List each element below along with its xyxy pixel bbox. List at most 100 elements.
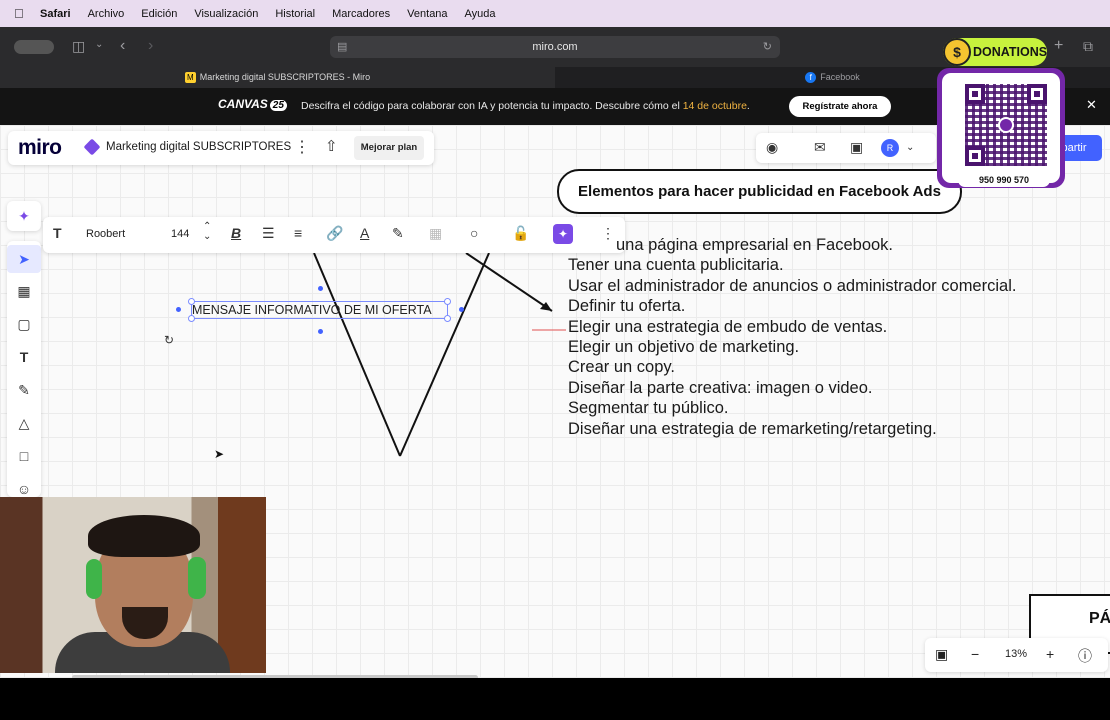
- miro-logo[interactable]: miro: [18, 136, 62, 160]
- resize-handle[interactable]: [188, 315, 195, 322]
- board-name[interactable]: Marketing digital SUBSCRIPTORES: [106, 141, 291, 153]
- avatar[interactable]: R: [881, 139, 899, 157]
- new-tab-icon[interactable]: +: [1054, 37, 1063, 55]
- menu-safari[interactable]: Safari: [40, 8, 71, 20]
- font-family-select[interactable]: Roobert: [86, 228, 125, 240]
- canvas-logo-badge: 25: [269, 100, 287, 111]
- menu-ventana[interactable]: Ventana: [407, 8, 447, 20]
- text-tool-icon[interactable]: T: [7, 343, 41, 371]
- steps-list[interactable]: una página empresarial en Facebook. Tene…: [568, 235, 1016, 439]
- list-icon[interactable]: ≡: [294, 225, 302, 241]
- connector-handle[interactable]: [318, 286, 323, 291]
- headset-icon: [86, 559, 102, 599]
- selected-text-box[interactable]: MENSAJE INFORMATIVO DE MI OFERTA: [191, 301, 448, 319]
- highlight-icon[interactable]: ✎: [392, 225, 404, 242]
- more-options-icon[interactable]: ⋮: [294, 137, 310, 157]
- resize-handle[interactable]: [188, 298, 195, 305]
- resize-handle[interactable]: [444, 298, 451, 305]
- chevron-down-icon[interactable]: ⌄: [906, 142, 914, 153]
- list-item: Definir tu oferta.: [568, 297, 686, 316]
- forward-icon[interactable]: ›: [148, 37, 153, 55]
- banner-period: .: [746, 100, 750, 112]
- v-right-line[interactable]: [399, 252, 490, 457]
- upgrade-plan-button[interactable]: Mejorar plan: [354, 136, 424, 160]
- tab-overview-icon[interactable]: ⧉: [1083, 38, 1093, 55]
- font-size-input[interactable]: 144: [171, 228, 189, 240]
- comment-icon[interactable]: ○: [470, 225, 478, 241]
- tab-miro[interactable]: M Marketing digital SUBSCRIPTORES - Miro: [0, 67, 555, 88]
- text-type-icon[interactable]: T: [53, 225, 62, 241]
- select-tool-icon[interactable]: ➤: [7, 245, 41, 273]
- canvas-logo-text: CANVAS: [218, 97, 268, 111]
- templates-icon[interactable]: ▦: [7, 277, 41, 305]
- qr-finder: [965, 146, 985, 166]
- menu-ayuda[interactable]: Ayuda: [465, 8, 496, 20]
- menu-edicion[interactable]: Edición: [141, 8, 177, 20]
- close-icon[interactable]: ✕: [1086, 97, 1097, 113]
- list-item: Elegir una estrategia de embudo de venta…: [568, 317, 888, 336]
- dollar-icon: $: [943, 38, 971, 66]
- left-toolbar: ➤ ▦ ▢ T ✎ △ □ ☺: [7, 241, 41, 497]
- facebook-favicon-icon: f: [805, 72, 817, 84]
- collaboration-bar: ◉ ✉ ▣ R ⌄: [756, 133, 936, 163]
- apple-icon[interactable]: : [14, 6, 30, 21]
- sidebar-icon[interactable]: ◫: [72, 38, 85, 55]
- macos-menu-bar:  Safari Archivo Edición Visualización H…: [0, 0, 1110, 27]
- reload-icon[interactable]: ↻: [763, 36, 772, 58]
- arrow-connector[interactable]: [465, 252, 553, 312]
- export-icon[interactable]: ⇧: [325, 137, 338, 155]
- profile-toggle-icon[interactable]: [14, 40, 54, 54]
- reactions-icon[interactable]: ◉: [766, 139, 778, 156]
- resize-handle[interactable]: [444, 315, 451, 322]
- yape-logo-icon: [998, 117, 1014, 133]
- sticky-note-icon[interactable]: ▢: [7, 310, 41, 338]
- list-item: Crear un copy.: [568, 358, 675, 377]
- list-item: una página empresarial en Facebook.: [616, 236, 894, 254]
- text-color-icon[interactable]: A: [360, 225, 369, 241]
- pen-tool-icon[interactable]: ✎: [7, 376, 41, 404]
- lock-icon[interactable]: 🔓: [512, 225, 529, 242]
- bold-icon[interactable]: B: [231, 225, 241, 241]
- ai-sparkle-icon[interactable]: ✦: [7, 202, 41, 230]
- list-item: Diseñar la parte creativa: imagen o vide…: [568, 378, 873, 397]
- banner-message: Descifra el código para colaborar con IA…: [301, 100, 750, 112]
- connector-handle[interactable]: [176, 307, 181, 312]
- menu-visualizacion[interactable]: Visualización: [194, 8, 258, 20]
- video-call-icon[interactable]: ▣: [850, 139, 863, 156]
- chevron-down-icon[interactable]: ⌄: [95, 39, 103, 50]
- frame-tool-icon[interactable]: □: [7, 442, 41, 470]
- zoom-out-icon[interactable]: −: [971, 646, 979, 662]
- menu-archivo[interactable]: Archivo: [88, 8, 125, 20]
- menu-marcadores[interactable]: Marcadores: [332, 8, 390, 20]
- qr-code-icon: [965, 84, 1047, 166]
- qr-finder: [965, 84, 985, 104]
- link-icon[interactable]: 🔗: [326, 225, 343, 242]
- rotate-handle-icon[interactable]: ↻: [164, 333, 174, 347]
- url-text: miro.com: [532, 41, 578, 53]
- help-icon[interactable]: ⓘ: [1078, 646, 1092, 666]
- page-icon: ▤: [337, 41, 348, 53]
- comments-icon[interactable]: ✉: [814, 139, 826, 156]
- list-item: Segmentar tu público.: [568, 399, 729, 418]
- headset-icon: [188, 557, 206, 599]
- board-title-shape[interactable]: Elementos para hacer publicidad en Faceb…: [557, 169, 962, 214]
- connector-handle[interactable]: [459, 307, 464, 312]
- fit-screen-icon[interactable]: ▣: [935, 646, 948, 663]
- register-button[interactable]: Regístrate ahora: [789, 96, 891, 117]
- shapes-icon[interactable]: △: [7, 409, 41, 437]
- connector-handle[interactable]: [318, 329, 323, 334]
- canvas-logo: CANVAS 25: [218, 97, 287, 111]
- zoom-level[interactable]: 13%: [1005, 648, 1027, 660]
- menu-historial[interactable]: Historial: [275, 8, 315, 20]
- qr-finder: [1027, 84, 1047, 104]
- mouse-cursor-icon: ➤: [214, 447, 225, 461]
- list-item: Usar el administrador de anuncios o admi…: [568, 276, 1017, 295]
- zoom-in-icon[interactable]: +: [1046, 646, 1054, 662]
- align-icon[interactable]: ☰: [262, 225, 275, 242]
- list-item: Tener una cuenta publicitaria.: [568, 256, 784, 275]
- address-bar[interactable]: ▤ miro.com ↻: [330, 36, 780, 58]
- size-stepper-icon[interactable]: ⌃ ⌄: [203, 222, 211, 242]
- fill-icon[interactable]: ▦: [429, 225, 442, 242]
- back-icon[interactable]: ‹: [120, 37, 125, 55]
- v-left-line[interactable]: [313, 252, 401, 457]
